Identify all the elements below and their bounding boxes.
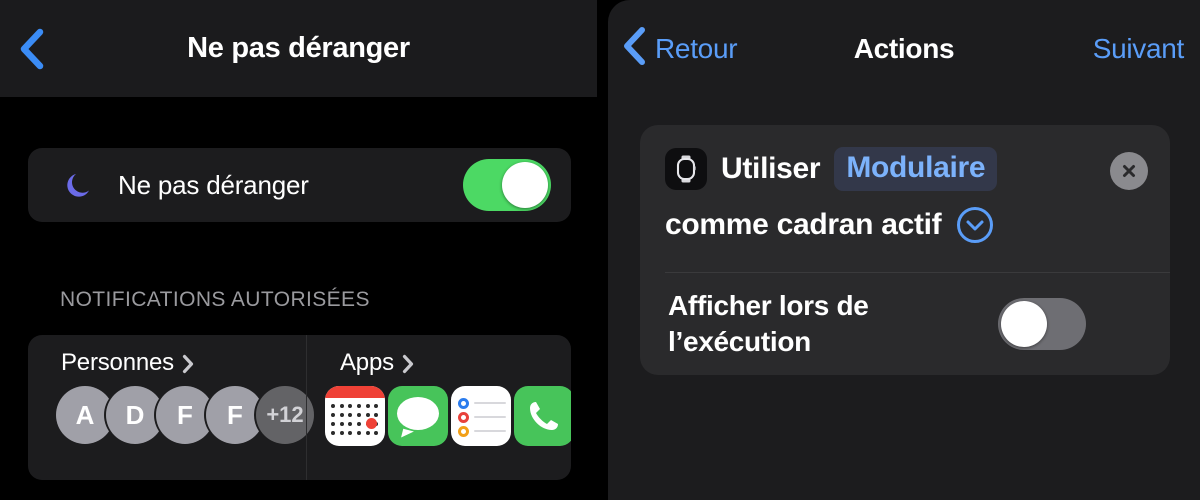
chevron-right-icon xyxy=(182,354,194,374)
calendar-app-icon xyxy=(325,386,385,446)
apps-header[interactable]: Apps xyxy=(307,335,571,377)
action-line-two: comme cadran actif xyxy=(640,205,1170,245)
moon-icon xyxy=(64,169,96,201)
chevron-down-circle-icon[interactable] xyxy=(955,205,995,245)
action-parameter-modulaire[interactable]: Modulaire xyxy=(834,147,998,191)
page-title: Ne pas déranger xyxy=(187,32,410,64)
left-screen-do-not-disturb: Ne pas déranger Ne pas déranger NOTIFICA… xyxy=(0,0,597,500)
action-card: Utiliser Modulaire comme cadran actif Af… xyxy=(640,125,1170,375)
action-text-before: Utiliser xyxy=(721,152,821,185)
dual-screenshot-container: Ne pas déranger Ne pas déranger NOTIFICA… xyxy=(0,0,1200,500)
allowed-notifications-header: NOTIFICATIONS AUTORISÉES xyxy=(60,288,370,311)
apps-label: Apps xyxy=(340,349,394,376)
right-nav-bar: Retour Actions Suivant xyxy=(608,0,1200,97)
action-description: Utiliser Modulaire comme cadran actif xyxy=(640,125,1170,272)
phone-app-icon xyxy=(514,386,571,446)
show-when-run-toggle[interactable] xyxy=(998,298,1086,350)
reminders-app-icon xyxy=(451,386,511,446)
action-line-one: Utiliser Modulaire xyxy=(640,147,1170,191)
apps-section[interactable]: Apps xyxy=(306,335,571,480)
close-icon[interactable] xyxy=(1110,152,1148,190)
right-screen-shortcut-actions: Retour Actions Suivant Utiliser Modulair… xyxy=(608,0,1200,500)
toggle-knob xyxy=(1001,301,1047,347)
apps-icon-list xyxy=(307,386,571,446)
left-nav-bar: Ne pas déranger xyxy=(0,0,597,97)
allowed-notifications-card: Personnes A D F F +12 Apps xyxy=(28,335,571,480)
show-when-run-row: Afficher lors de l’exécution xyxy=(640,273,1170,375)
messages-app-icon xyxy=(388,386,448,446)
toggle-knob xyxy=(502,162,548,208)
show-when-run-label: Afficher lors de l’exécution xyxy=(668,290,869,357)
chevron-right-icon xyxy=(402,354,414,374)
chevron-left-icon[interactable] xyxy=(14,28,48,70)
people-section[interactable]: Personnes A D F F +12 xyxy=(28,335,314,480)
people-label: Personnes xyxy=(61,349,174,376)
apple-watch-icon xyxy=(665,148,707,190)
do-not-disturb-card: Ne pas déranger xyxy=(28,148,571,222)
action-text-after: comme cadran actif xyxy=(665,208,942,241)
do-not-disturb-toggle[interactable] xyxy=(463,159,551,211)
people-header[interactable]: Personnes xyxy=(28,335,306,377)
next-button[interactable]: Suivant xyxy=(1093,33,1185,65)
people-avatar-list: A D F F +12 xyxy=(28,386,314,444)
do-not-disturb-label: Ne pas déranger xyxy=(118,169,309,200)
